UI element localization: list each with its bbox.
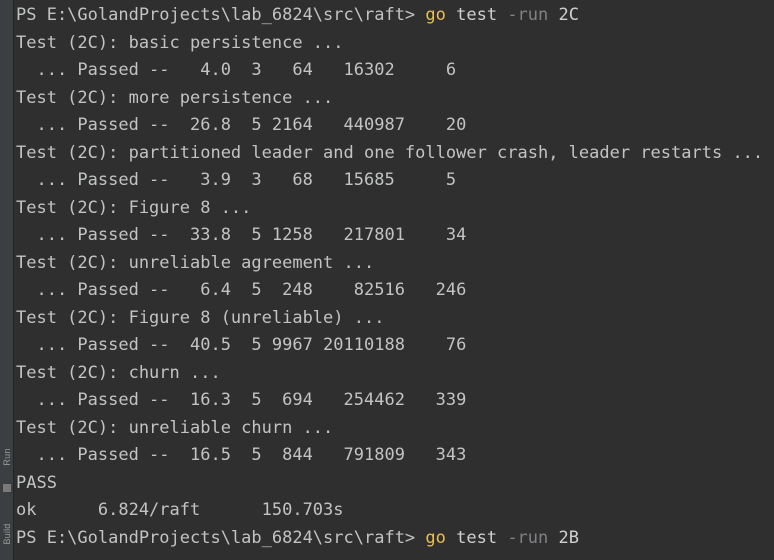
test-result-line: ... Passed -- 6.4 5 248 82516 246 xyxy=(14,277,774,305)
terminal-text-segment: go xyxy=(425,5,446,25)
terminal-text-segment: Test (2C): churn ... xyxy=(16,362,221,383)
terminal-text-segment: 2B xyxy=(548,527,579,548)
terminal-text-segment: ... Passed -- 40.5 5 9967 20110188 76 xyxy=(16,335,467,355)
terminal-text-segment: test xyxy=(445,527,508,548)
terminal-text-segment: Test (2C): unreliable churn ... xyxy=(16,417,334,438)
terminal-text-segment: 2C xyxy=(548,5,579,25)
terminal-text-segment: -run xyxy=(507,527,549,548)
tool-window-icon[interactable] xyxy=(3,484,11,492)
terminal-text-segment: Test (2C): Figure 8 ... xyxy=(16,197,252,218)
terminal-text-segment: go xyxy=(425,527,446,548)
terminal-text-segment: ok 6.824/raft 150.703s xyxy=(16,500,344,520)
terminal-text-segment: test xyxy=(445,5,508,25)
terminal-text-segment: ... Passed -- 4.0 3 64 16302 6 xyxy=(16,60,457,80)
test-result-line: ... Passed -- 16.3 5 694 254462 339 xyxy=(14,387,774,415)
terminal-window: Run Build PS E:\GolandProjects\lab_6824\… xyxy=(0,0,774,560)
terminal-text-segment: PASS xyxy=(16,472,57,493)
terminal-text-segment: ... Passed -- 26.8 5 2164 440987 20 xyxy=(16,115,467,135)
terminal-text-segment: -run xyxy=(507,5,549,25)
terminal-text-segment: Test (2C): basic persistence ... xyxy=(16,32,344,53)
package-summary-line: ok 6.824/raft 150.703s xyxy=(14,497,774,525)
test-header-line: Test (2C): basic persistence ... xyxy=(14,30,774,58)
test-header-line: Test (2C): unreliable agreement ... xyxy=(14,250,774,278)
test-result-line: ... Passed -- 16.5 5 844 791809 343 xyxy=(14,442,774,470)
terminal-text-segment: PS E:\GolandProjects\lab_6824\src\raft> xyxy=(16,527,426,548)
pass-status-line: PASS xyxy=(14,470,774,498)
gutter-label-run[interactable]: Run xyxy=(2,437,12,477)
test-header-line: Test (2C): churn ... xyxy=(14,360,774,388)
terminal-text-segment: Test (2C): unreliable agreement ... xyxy=(16,252,375,273)
terminal-text-segment: PS E:\GolandProjects\lab_6824\src\raft> xyxy=(16,5,426,25)
test-header-line: Test (2C): more persistence ... xyxy=(14,85,774,113)
terminal-line-list: PS E:\GolandProjects\lab_6824\src\raft> … xyxy=(14,2,774,552)
terminal-output-area[interactable]: PS E:\GolandProjects\lab_6824\src\raft> … xyxy=(14,0,774,560)
test-header-line: Test (2C): unreliable churn ... xyxy=(14,415,774,443)
test-result-line: ... Passed -- 40.5 5 9967 20110188 76 xyxy=(14,332,774,360)
test-header-line: Test (2C): partitioned leader and one fo… xyxy=(14,140,774,168)
gutter-label-build[interactable]: Build xyxy=(2,514,12,554)
terminal-text-segment: ... Passed -- 3.9 3 68 15685 5 xyxy=(16,170,457,190)
terminal-text-segment: ... Passed -- 16.3 5 694 254462 339 xyxy=(16,390,467,410)
test-result-line: ... Passed -- 33.8 5 1258 217801 34 xyxy=(14,222,774,250)
terminal-text-segment: ... Passed -- 6.4 5 248 82516 246 xyxy=(16,280,467,300)
test-result-line: ... Passed -- 4.0 3 64 16302 6 xyxy=(14,57,774,85)
ide-tool-window-gutter[interactable]: Run Build xyxy=(0,0,14,560)
prompt-line-2: PS E:\GolandProjects\lab_6824\src\raft> … xyxy=(14,525,774,553)
terminal-text-segment: Test (2C): Figure 8 (unreliable) ... xyxy=(16,307,385,328)
terminal-text-segment: ... Passed -- 33.8 5 1258 217801 34 xyxy=(16,225,467,245)
test-header-line: Test (2C): Figure 8 ... xyxy=(14,195,774,223)
test-header-line: Test (2C): Figure 8 (unreliable) ... xyxy=(14,305,774,333)
terminal-text-segment: ... Passed -- 16.5 5 844 791809 343 xyxy=(16,445,467,465)
test-result-line: ... Passed -- 3.9 3 68 15685 5 xyxy=(14,167,774,195)
terminal-text-segment: Test (2C): more persistence ... xyxy=(16,87,334,108)
terminal-text-segment: Test (2C): partitioned leader and one fo… xyxy=(16,142,764,163)
prompt-line-1: PS E:\GolandProjects\lab_6824\src\raft> … xyxy=(14,2,774,30)
test-result-line: ... Passed -- 26.8 5 2164 440987 20 xyxy=(14,112,774,140)
